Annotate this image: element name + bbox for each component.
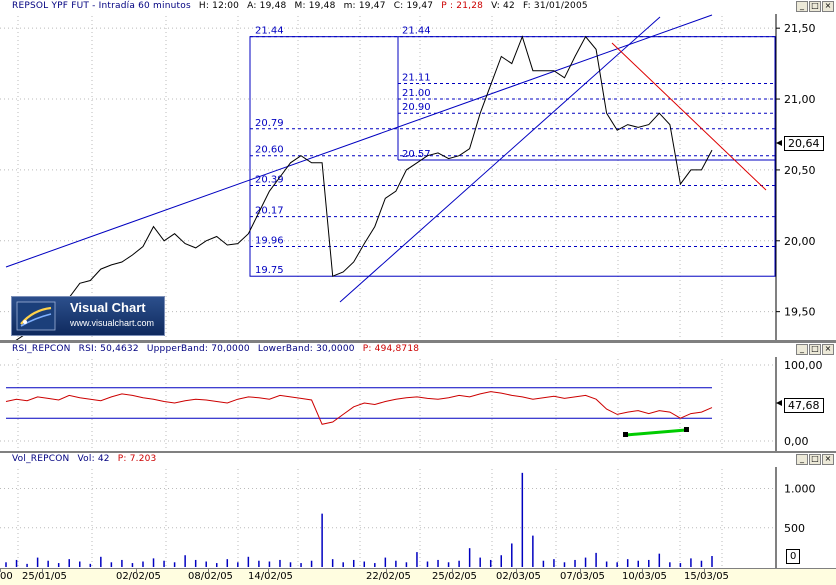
- vol-axis-label: 1.000: [784, 483, 816, 496]
- logo-title: Visual Chart: [70, 300, 146, 315]
- date-tick: [268, 569, 269, 572]
- date-tick: [642, 569, 643, 572]
- fib-level-label: 19.96: [255, 235, 284, 246]
- date-tick: [704, 569, 705, 572]
- trendline-long: [5, 14, 713, 268]
- price-current-value: 20,64: [784, 136, 824, 151]
- price-panel[interactable]: REPSOL YPF FUT - Intradía 60 minutos H: …: [0, 0, 836, 342]
- date-label: 08/02/05: [188, 571, 233, 582]
- fib-level-label: 19.75: [255, 265, 284, 276]
- date-tick: [42, 569, 43, 572]
- price-axis-label: 19,50: [784, 306, 816, 319]
- date-label: 07/03/05: [560, 571, 605, 582]
- fib-level-label: 21.11: [402, 72, 431, 83]
- price-axis-label: 20,00: [784, 235, 816, 248]
- trendline-resistance: [611, 42, 767, 191]
- fib-level-label: 21.44: [255, 26, 284, 37]
- rsi-series-line: [5, 391, 713, 425]
- rsi-axis-label: 0,00: [784, 435, 809, 448]
- rsi-divergence-start: [623, 432, 628, 437]
- date-label: 10/03/05: [622, 571, 667, 582]
- logo-url: www.visualchart.com: [70, 318, 155, 328]
- date-label: 25/01/05: [22, 571, 67, 582]
- price-series-line: [15, 35, 713, 340]
- volume-chart[interactable]: 1.000 500: [0, 453, 836, 569]
- fib-level-label: 20.90: [402, 102, 431, 113]
- date-tick: [452, 569, 453, 572]
- logo-swoosh-icon: [16, 301, 56, 331]
- date-label: 15/03/05: [684, 571, 729, 582]
- fib-level-label: 21.44: [402, 26, 431, 37]
- price-axis-label: 21,00: [784, 93, 816, 106]
- date-tick: [386, 569, 387, 572]
- date-label: 00: [0, 571, 13, 582]
- date-tick: [516, 569, 517, 572]
- price-axis-label: 21,50: [784, 22, 816, 35]
- date-axis: 00 25/01/05 02/02/05 08/02/05 14/02/05 22/02/…: [0, 568, 836, 585]
- date-tick: [136, 569, 137, 572]
- vol-current-value: 0: [786, 549, 801, 564]
- rsi-panel[interactable]: RSI_REPCON RSI: 50,4632 UppperBand: 70,0…: [0, 342, 836, 453]
- date-label: 02/03/05: [496, 571, 541, 582]
- fib-level-label: 20.79: [255, 118, 284, 129]
- date-label: 02/02/05: [116, 571, 161, 582]
- price-chart[interactable]: 21,50 21,00 20,50 20,00 19,50 21.44 21.44 21.11…: [0, 0, 836, 340]
- date-tick: [0, 569, 1, 572]
- rsi-current-marker-icon: [776, 400, 782, 406]
- rsi-chart[interactable]: 100,00 0,00: [0, 343, 836, 451]
- date-tick: [208, 569, 209, 572]
- current-value-marker-icon: [776, 140, 782, 146]
- fib-level-label: 20.60: [255, 145, 284, 156]
- rsi-divergence-end: [684, 427, 689, 432]
- date-tick: [580, 569, 581, 572]
- fib-level-label: 21.00: [402, 88, 431, 99]
- date-label: 25/02/05: [432, 571, 477, 582]
- visual-chart-logo: Visual Chart www.visualchart.com: [11, 296, 165, 336]
- date-label: 22/02/05: [366, 571, 411, 582]
- date-label: 14/02/05: [248, 571, 293, 582]
- rsi-divergence-line: [625, 428, 687, 437]
- price-axis-label: 20,50: [784, 164, 816, 177]
- vol-axis-label: 500: [784, 522, 805, 535]
- rsi-axis-label: 100,00: [784, 359, 823, 372]
- fib-level-label: 20.57: [402, 149, 431, 160]
- rsi-current-value: 47,68: [784, 398, 824, 413]
- volume-panel[interactable]: Vol_REPCON Vol: 42 P: 7.203 _ □ × 1.000 5…: [0, 452, 836, 569]
